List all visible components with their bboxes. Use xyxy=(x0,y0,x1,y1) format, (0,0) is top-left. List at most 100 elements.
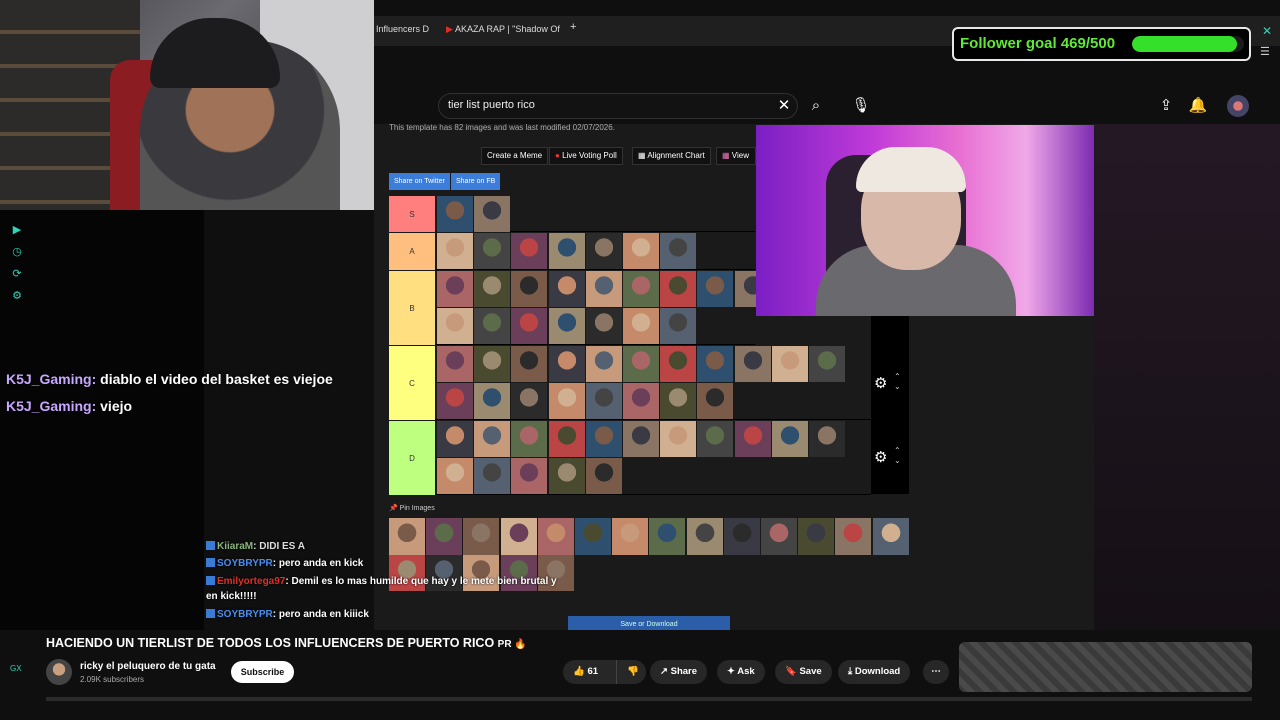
tier-label[interactable]: A xyxy=(389,233,435,270)
pinned-image[interactable] xyxy=(649,518,686,555)
tier-item-image[interactable] xyxy=(585,383,622,419)
save-button[interactable]: 🔖 Save xyxy=(775,660,832,684)
tier-item-image[interactable] xyxy=(511,271,548,307)
tier-item-image[interactable] xyxy=(585,308,622,344)
pinned-image[interactable] xyxy=(798,518,835,555)
download-button[interactable]: ⤓ Download xyxy=(838,660,911,684)
share-facebook-button[interactable]: Share on FB xyxy=(451,173,501,190)
tier-item-image[interactable] xyxy=(623,421,659,457)
row-move-arrows-icon[interactable]: ⌃ ⌄ xyxy=(894,446,901,466)
tier-item-image[interactable] xyxy=(511,383,548,419)
tier-item-image[interactable] xyxy=(437,458,473,494)
row-settings-gear-icon[interactable]: ⚙ xyxy=(874,448,887,466)
progress-bar[interactable] xyxy=(46,697,1252,701)
pinned-image[interactable] xyxy=(761,518,797,555)
tier-item-image[interactable] xyxy=(548,458,585,494)
tier-item-image[interactable] xyxy=(660,346,697,382)
tier-item-image[interactable] xyxy=(474,196,511,232)
tier-item-image[interactable] xyxy=(474,271,511,307)
pinned-image[interactable] xyxy=(723,518,760,555)
more-options-icon[interactable]: ⋯ xyxy=(923,660,949,684)
tier-item-image[interactable] xyxy=(585,346,622,382)
tier-item-image[interactable] xyxy=(511,458,548,494)
play-icon[interactable]: ▶ xyxy=(10,223,24,237)
tier-item-image[interactable] xyxy=(437,196,473,232)
tier-item-image[interactable] xyxy=(697,383,734,419)
menu-icon[interactable]: ☰ xyxy=(1260,45,1270,58)
tier-item-image[interactable] xyxy=(548,383,585,419)
pinned-image[interactable] xyxy=(835,518,872,555)
tier-item-image[interactable] xyxy=(660,271,697,307)
browser-tab[interactable]: Influencers D xyxy=(376,24,429,34)
tier-item-image[interactable] xyxy=(623,233,659,269)
tier-item-image[interactable] xyxy=(548,271,585,307)
tier-item-image[interactable] xyxy=(697,271,734,307)
tier-item-image[interactable] xyxy=(437,271,473,307)
tier-item-image[interactable] xyxy=(511,308,548,344)
tier-item-image[interactable] xyxy=(809,421,845,457)
tier-item-image[interactable] xyxy=(585,458,622,494)
search-icon[interactable]: ⌕ xyxy=(806,96,826,116)
tier-item-image[interactable] xyxy=(437,233,473,269)
tier-item-image[interactable] xyxy=(585,271,622,307)
tier-item-image[interactable] xyxy=(623,346,659,382)
share-twitter-button[interactable]: Share on Twitter xyxy=(389,173,450,190)
pinned-image[interactable] xyxy=(686,518,723,555)
tier-label[interactable]: B xyxy=(389,271,435,345)
tier-item-image[interactable] xyxy=(437,383,473,419)
pinned-image[interactable] xyxy=(612,518,649,555)
pinned-image[interactable] xyxy=(389,518,425,555)
plus-icon[interactable]: + xyxy=(570,21,576,33)
channel-avatar[interactable] xyxy=(46,659,72,685)
microphone-icon[interactable]: 🎙 xyxy=(851,96,871,116)
pinned-image[interactable] xyxy=(426,518,463,555)
tier-item-image[interactable] xyxy=(437,308,473,344)
tier-item-image[interactable] xyxy=(437,421,473,457)
tier-item-image[interactable] xyxy=(511,233,548,269)
tier-item-image[interactable] xyxy=(585,233,622,269)
tier-item-image[interactable] xyxy=(734,346,771,382)
upload-icon[interactable]: ⇪ xyxy=(1156,96,1176,116)
tier-item-image[interactable] xyxy=(809,346,845,382)
tier-item-image[interactable] xyxy=(474,308,511,344)
tier-item-image[interactable] xyxy=(660,308,697,344)
tier-item-image[interactable] xyxy=(474,346,511,382)
bell-icon[interactable]: 🔔 xyxy=(1188,96,1208,116)
like-button[interactable]: 👍 61 xyxy=(563,660,616,684)
close-icon[interactable]: ✕ xyxy=(1262,24,1272,38)
create-meme-button[interactable]: Create a Meme xyxy=(481,147,549,165)
tier-item-image[interactable] xyxy=(623,383,659,419)
chat-bubble-icon[interactable]: ⟳ xyxy=(10,267,24,281)
live-voting-poll-button[interactable]: ● Live Voting Poll xyxy=(549,147,623,165)
tier-item-image[interactable] xyxy=(771,421,808,457)
row-move-arrows-icon[interactable]: ⌃ ⌄ xyxy=(894,372,901,392)
tier-label[interactable]: D xyxy=(389,421,435,495)
tier-item-image[interactable] xyxy=(511,346,548,382)
pinned-image[interactable] xyxy=(575,518,611,555)
dislike-button[interactable]: 👎 xyxy=(616,660,646,684)
tier-label[interactable]: S xyxy=(389,196,435,232)
tier-item-image[interactable] xyxy=(660,383,697,419)
ask-button[interactable]: ✦ Ask xyxy=(717,660,765,684)
pinned-image[interactable] xyxy=(537,518,574,555)
channel-name[interactable]: ricky el peluquero de tu gata xyxy=(80,661,216,672)
gear-icon[interactable]: ⚙ xyxy=(10,289,24,303)
tier-item-image[interactable] xyxy=(734,421,771,457)
tier-item-image[interactable] xyxy=(548,308,585,344)
tier-item-image[interactable] xyxy=(697,421,734,457)
row-settings-gear-icon[interactable]: ⚙ xyxy=(874,374,887,392)
pinned-image[interactable] xyxy=(872,518,909,555)
avatar[interactable] xyxy=(1227,95,1249,117)
tier-item-image[interactable] xyxy=(585,421,622,457)
tier-item-image[interactable] xyxy=(660,233,697,269)
clear-icon[interactable]: ✕ xyxy=(774,96,794,116)
tier-item-image[interactable] xyxy=(511,421,548,457)
browser-tab[interactable]: ▶ AKAZA RAP | "Shadow Of xyxy=(446,24,560,35)
tier-item-image[interactable] xyxy=(437,346,473,382)
save-download-button[interactable]: Save or Download xyxy=(568,616,730,630)
tier-item-image[interactable] xyxy=(697,346,734,382)
tier-item-image[interactable] xyxy=(474,458,511,494)
tier-item-image[interactable] xyxy=(474,383,511,419)
subscribe-button[interactable]: Subscribe xyxy=(231,661,294,683)
view-button[interactable]: ▦ View xyxy=(716,147,756,165)
